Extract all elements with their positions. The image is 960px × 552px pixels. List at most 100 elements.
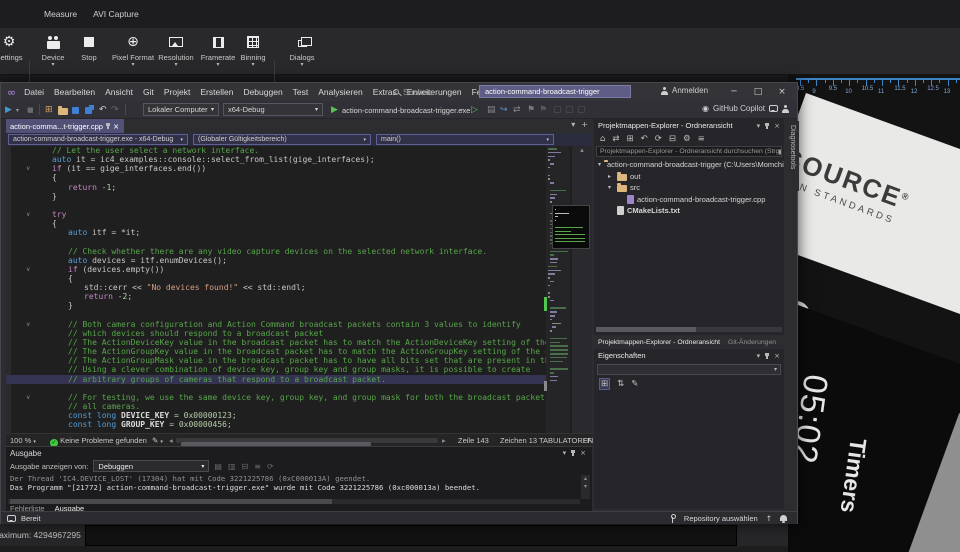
capture-button-settings[interactable]: ⚙Settings (0, 30, 28, 73)
fold-marker-icon[interactable]: ∨ (26, 320, 30, 329)
sign-in-button[interactable]: Anmelden (661, 86, 708, 95)
pending-changes-icon[interactable]: ⊞ (627, 134, 634, 144)
preview-selected-icon[interactable]: ≡ (698, 134, 705, 144)
editor-tab-active[interactable]: action-comma...t-trigger.cpp × (6, 119, 124, 133)
function-dropdown[interactable]: main()▾ (376, 134, 554, 145)
minimize-button[interactable]: ─ (725, 83, 743, 100)
categorized-icon[interactable]: ⊞ (599, 378, 610, 390)
eol-indicator[interactable]: LF (583, 436, 592, 445)
code-line[interactable]: return -1; (6, 183, 546, 192)
code-line[interactable]: // Let the user select a network interfa… (6, 146, 546, 155)
redo-icon[interactable]: ↷ (111, 103, 119, 117)
menu-erstellen[interactable]: Erstellen (200, 87, 233, 97)
refresh-icon[interactable]: ⟳ (655, 134, 662, 144)
tab-avi-capture[interactable]: AVI Capture (93, 9, 139, 19)
code-line[interactable]: // The ActionGroupKey value in the broad… (6, 347, 546, 356)
collapse-all-icon[interactable]: ⊟ (669, 134, 676, 144)
capture-button-dialogs[interactable]: Dialogs▾ (280, 30, 324, 73)
home-icon[interactable]: ⌂ (600, 134, 605, 144)
pin-icon[interactable] (572, 450, 574, 456)
maximize-button[interactable]: □ (749, 83, 767, 100)
chevron-open-icon[interactable]: ▾ (608, 184, 614, 191)
code-line[interactable]: const long GROUP_KEY = 0x00000456; (6, 420, 546, 429)
close-panel-icon[interactable]: × (774, 122, 780, 130)
panel-menu-caret-icon[interactable]: ▾ (563, 449, 567, 457)
configuration-dropdown[interactable]: x64-Debug▾ (223, 103, 323, 116)
code-line[interactable]: ∨if (it == gige_interfaces.end()) (6, 164, 546, 173)
frame-step-icon[interactable]: ▢ (565, 103, 574, 117)
output-vertical-scrollbar[interactable]: ▴▾ (581, 475, 590, 499)
fold-marker-icon[interactable]: ∨ (26, 210, 30, 219)
code-line[interactable] (6, 201, 546, 210)
code-line[interactable]: auto itf = *it; (6, 228, 546, 237)
code-line[interactable]: // all cameras. (6, 402, 546, 411)
attach-process-icon[interactable]: ▤ (487, 103, 496, 117)
editor-vertical-scrollbar[interactable]: ▴ (572, 146, 592, 433)
switch-views-icon[interactable]: ⇄ (612, 134, 619, 144)
panel-menu-caret-icon[interactable]: ▾ (757, 122, 761, 130)
scroll-left-icon[interactable]: ◂ (169, 436, 173, 445)
menu-git[interactable]: Git (143, 87, 154, 97)
debug-target-icon[interactable]: ▶ (5, 103, 12, 117)
tab-diagnostics-tools[interactable]: Diagnosetools (786, 121, 799, 191)
column-indicator[interactable]: Zeichen 13 (500, 436, 537, 445)
code-line[interactable]: // The ActionGroupMask value in the broa… (6, 356, 546, 365)
code-line[interactable]: } (6, 192, 546, 201)
save-icon[interactable] (72, 103, 79, 117)
code-line[interactable]: auto devices = itf.enumDevices(); (6, 256, 546, 265)
tree-item-cmakelists.txt[interactable]: CMakeLists.txt (594, 205, 784, 217)
code-line[interactable] (6, 384, 546, 393)
pin-icon[interactable] (766, 123, 768, 129)
tree-item-out[interactable]: ▸out (594, 171, 784, 183)
new-tab-icon[interactable]: + (581, 120, 588, 129)
capture-button-stop[interactable]: Stop (70, 30, 108, 73)
fold-marker-icon[interactable]: ∨ (26, 393, 30, 402)
find-message-icon[interactable]: ▤ (214, 462, 222, 471)
close-button[interactable]: × (773, 83, 791, 100)
push-arrow-icon[interactable]: ↑ (766, 514, 772, 523)
github-copilot-button[interactable]: ◉ GitHub Copilot (702, 104, 789, 113)
output-source-dropdown[interactable]: Debuggen▾ (93, 460, 209, 472)
code-line[interactable]: const long DEVICE_KEY = 0x00000123; (6, 411, 546, 420)
word-wrap-icon[interactable]: ≡ (254, 462, 261, 471)
code-line[interactable]: // arbitrary groups of cameras that resp… (6, 375, 546, 384)
code-line[interactable]: // which devices should respond to a bro… (6, 329, 546, 338)
switch-windows-icon[interactable]: ⇄ (513, 103, 521, 117)
debug-target-caret[interactable]: ▾ (16, 103, 19, 117)
code-line[interactable]: ∨try (6, 210, 546, 219)
capture-button-device[interactable]: Device▾ (33, 30, 73, 73)
undo-icon[interactable]: ↶ (641, 134, 648, 144)
code-line[interactable]: { (6, 274, 546, 283)
tab-list-caret-icon[interactable]: ▾ (571, 120, 575, 129)
bookmark-icon[interactable]: ⚑ (527, 103, 535, 117)
debug-target-dropdown[interactable]: Lokaler Computer▾ (143, 103, 219, 116)
solution-title-searchbox[interactable]: action-command-broadcast-trigger (479, 85, 631, 98)
properties-icon[interactable]: ⚙ (683, 134, 691, 144)
copilot-chat-icon[interactable] (769, 105, 778, 112)
search-menu[interactable]: Suchen (393, 87, 432, 97)
startup-caret[interactable]: ▾ (460, 103, 463, 117)
open-folder-icon[interactable] (58, 103, 68, 117)
property-pages-icon[interactable]: ✎ (631, 379, 638, 389)
menu-analysieren[interactable]: Analysieren (318, 87, 362, 97)
tree-item-action-command-broadcast-trigger.cpp[interactable]: action-command-broadcast-trigger.cpp (594, 194, 784, 206)
code-line[interactable]: // Check whether there are any video cap… (6, 247, 546, 256)
properties-object-dropdown[interactable]: ▾ (597, 364, 781, 375)
menu-test[interactable]: Test (293, 87, 309, 97)
frame-step-icon[interactable]: ▢ (553, 103, 562, 117)
chevron-open-icon[interactable]: ▾ (598, 161, 601, 168)
solution-explorer-searchbox[interactable]: Projektmappen-Explorer - Ordneransicht d… (596, 146, 782, 157)
tab-git-changes[interactable]: Git-Änderungen (728, 339, 776, 346)
code-line[interactable]: // Using a clever combination of device … (6, 365, 546, 374)
start-without-debugging-icon[interactable]: ▷ (471, 103, 478, 117)
pen-edit-icon[interactable]: ✎ ▾ (152, 436, 163, 445)
code-line[interactable]: ∨if (devices.empty()) (6, 265, 546, 274)
code-line[interactable]: { (6, 173, 546, 182)
bookmark-next-icon[interactable]: ⚑ (539, 103, 547, 117)
goto-message-icon[interactable]: ▥ (228, 462, 236, 471)
code-editor[interactable]: // Let the user select a network interfa… (6, 146, 546, 433)
tree-item-src[interactable]: ▾src (594, 182, 784, 194)
new-project-icon[interactable]: ⊞ (45, 103, 53, 117)
frame-step-icon[interactable]: ▢ (577, 103, 586, 117)
zoom-dropdown[interactable]: 100 % ▾ (10, 436, 36, 445)
